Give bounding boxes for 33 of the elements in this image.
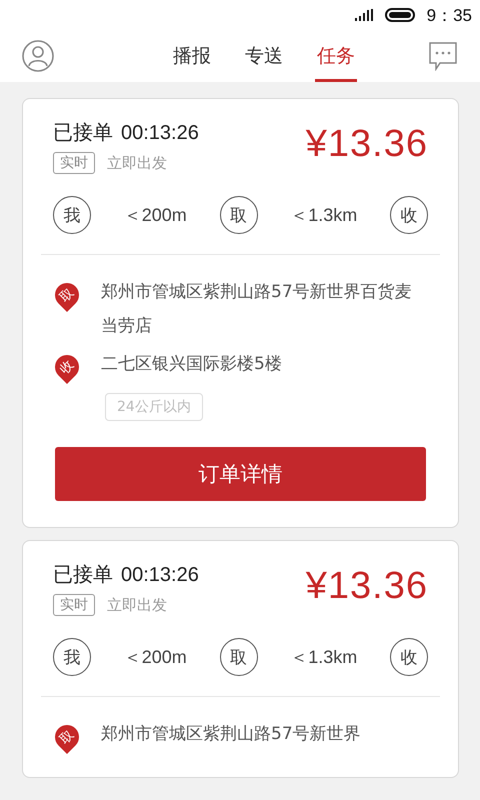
signal-icon — [354, 9, 373, 21]
order-price: ¥13.36 — [306, 565, 428, 609]
route-distance: ＜1.3km — [290, 204, 358, 227]
departure-text: 立即出发 — [107, 154, 167, 172]
weight-tag: 24公斤以内 — [105, 393, 203, 421]
route-node: 取 — [220, 638, 258, 676]
address-text: 二七区银兴国际影楼5楼 — [101, 353, 283, 376]
message-icon[interactable] — [428, 41, 458, 71]
battery-icon — [384, 8, 415, 22]
address-text: 郑州市管城区紫荆山路57号新世界 — [101, 723, 362, 746]
status-time: 9：35 — [426, 4, 472, 26]
order-details-button[interactable]: 订单详情 — [55, 447, 426, 501]
user-icon[interactable] — [22, 40, 54, 72]
route-node: 我 — [53, 196, 91, 234]
order-price: ¥13.36 — [306, 123, 428, 167]
route-node: 收 — [390, 196, 428, 234]
departure-text: 立即出发 — [107, 596, 167, 614]
order-tag: 实时 — [53, 594, 95, 616]
order-status: 已接单 — [53, 563, 113, 588]
tab[interactable]: 播报 — [171, 30, 213, 82]
order-tag: 实时 — [53, 152, 95, 174]
route-node: 取 — [220, 196, 258, 234]
order-timer: 00:13:26 — [121, 564, 199, 587]
route-distance: ＜200m — [124, 646, 187, 669]
route-node: 我 — [53, 638, 91, 676]
route-distance: ＜200m — [124, 204, 187, 227]
order-timer: 00:13:26 — [121, 122, 199, 145]
route-node: 收 — [390, 638, 428, 676]
tab[interactable]: 专送 — [243, 30, 285, 82]
address-text: 郑州市管城区紫荆山路57号新世界百货麦当劳店 — [101, 281, 413, 338]
order-status: 已接单 — [53, 121, 113, 146]
tab[interactable]: 任务 — [315, 30, 357, 82]
route-distance: ＜1.3km — [290, 646, 358, 669]
